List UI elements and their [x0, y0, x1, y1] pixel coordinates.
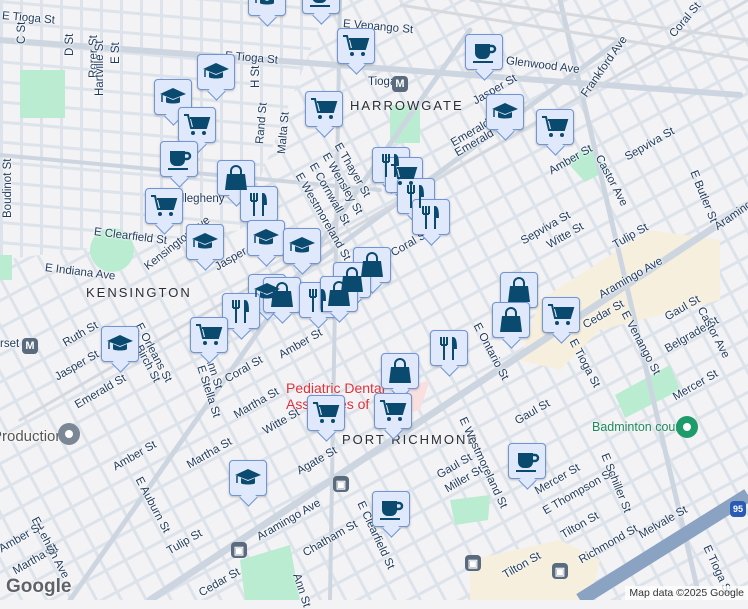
metro-icon[interactable]: M — [22, 338, 38, 354]
grocery-marker[interactable] — [542, 297, 580, 333]
school-marker[interactable] — [197, 54, 235, 90]
grocery-marker[interactable] — [536, 109, 574, 145]
school-marker[interactable] — [101, 326, 139, 362]
street-label: Boudinot St — [2, 158, 14, 218]
neighborhood-kensington: KENSINGTON — [86, 285, 192, 300]
grad-icon — [107, 335, 133, 351]
shopping-marker[interactable] — [492, 302, 530, 338]
school-marker[interactable] — [229, 460, 267, 496]
bus-stop-icon[interactable]: ▣ — [552, 563, 568, 579]
bag-icon — [271, 282, 293, 307]
cart-icon — [151, 195, 178, 216]
map-attribution[interactable]: Map data ©2025 Google — [625, 586, 748, 600]
street-label: E St — [110, 42, 122, 64]
grad-icon — [192, 233, 218, 249]
grad-icon — [203, 63, 229, 79]
grad-icon — [492, 103, 518, 119]
cafe-marker[interactable] — [160, 141, 198, 177]
google-logo: Google — [6, 576, 72, 597]
street-label: C St — [16, 21, 28, 44]
place-pin-icon[interactable] — [676, 416, 698, 438]
shopping-marker[interactable] — [263, 277, 301, 313]
grad-icon — [289, 237, 315, 253]
neighborhood-harrowgate: HARROWGATE — [350, 98, 464, 113]
bag-icon — [500, 307, 522, 332]
bus-stop-icon[interactable]: ▣ — [333, 476, 349, 492]
cart-icon — [313, 402, 340, 423]
shopping-marker[interactable] — [500, 272, 538, 308]
cart-icon — [311, 98, 338, 119]
cafe-marker[interactable] — [372, 491, 410, 527]
cart-icon — [196, 324, 223, 345]
grad-icon — [255, 0, 274, 5]
food-icon — [250, 193, 267, 216]
school-marker[interactable] — [486, 94, 524, 130]
school-marker[interactable] — [247, 220, 285, 256]
cafe-marker[interactable] — [465, 34, 503, 70]
coffee-icon — [380, 501, 404, 520]
school-marker[interactable] — [283, 228, 321, 264]
bag-icon — [389, 358, 411, 383]
poi-badminton-court[interactable]: Badminton court — [592, 420, 683, 434]
grocery-marker[interactable] — [190, 317, 228, 353]
grocery-marker[interactable] — [307, 395, 345, 431]
street-label: D St — [64, 33, 76, 56]
neighborhood-port-richmond: PORT RICHMOND — [342, 432, 479, 447]
grad-icon — [253, 229, 279, 245]
bus-stop-icon[interactable]: ▣ — [465, 555, 481, 571]
bag-icon — [328, 281, 350, 306]
bag-icon — [225, 165, 247, 190]
restaurant-marker[interactable] — [240, 186, 278, 222]
coffee-icon — [473, 44, 497, 63]
restaurant-marker[interactable] — [412, 199, 450, 235]
station-somerset-label[interactable]: Somerset — [0, 338, 19, 350]
street-label: H St — [250, 65, 262, 88]
grocery-marker[interactable] — [305, 91, 343, 127]
restaurant-marker[interactable] — [222, 293, 260, 329]
cart-icon — [184, 114, 211, 135]
cart-icon — [542, 116, 569, 137]
grocery-marker[interactable] — [145, 188, 183, 224]
bag-icon — [508, 277, 530, 302]
street-label: Hartville St — [94, 40, 106, 96]
restaurant-marker[interactable] — [430, 330, 468, 366]
cafe-marker[interactable] — [302, 0, 340, 14]
interstate-95-shield: 95 — [730, 501, 746, 517]
grocery-marker[interactable] — [374, 393, 412, 429]
grad-icon — [235, 469, 261, 485]
coffee-icon — [310, 0, 330, 7]
cart-icon — [548, 304, 575, 325]
shopping-marker[interactable] — [381, 353, 419, 389]
school-marker[interactable] — [154, 79, 192, 115]
cafe-marker[interactable] — [508, 443, 546, 479]
coffee-icon — [516, 453, 540, 472]
grocery-marker[interactable] — [178, 107, 216, 143]
food-icon — [232, 300, 249, 323]
cart-icon — [343, 35, 370, 56]
cart-icon — [380, 400, 407, 421]
bus-stop-icon[interactable]: ▣ — [231, 542, 247, 558]
food-icon — [440, 337, 457, 360]
food-icon — [422, 206, 439, 229]
shopping-marker[interactable] — [320, 276, 358, 312]
coffee-icon — [168, 151, 192, 170]
grad-icon — [160, 88, 186, 104]
grocery-marker[interactable] — [337, 28, 375, 64]
school-marker[interactable] — [248, 0, 286, 16]
metro-icon[interactable]: M — [392, 76, 408, 92]
place-pin-icon[interactable] — [58, 423, 80, 445]
school-marker[interactable] — [186, 224, 224, 260]
